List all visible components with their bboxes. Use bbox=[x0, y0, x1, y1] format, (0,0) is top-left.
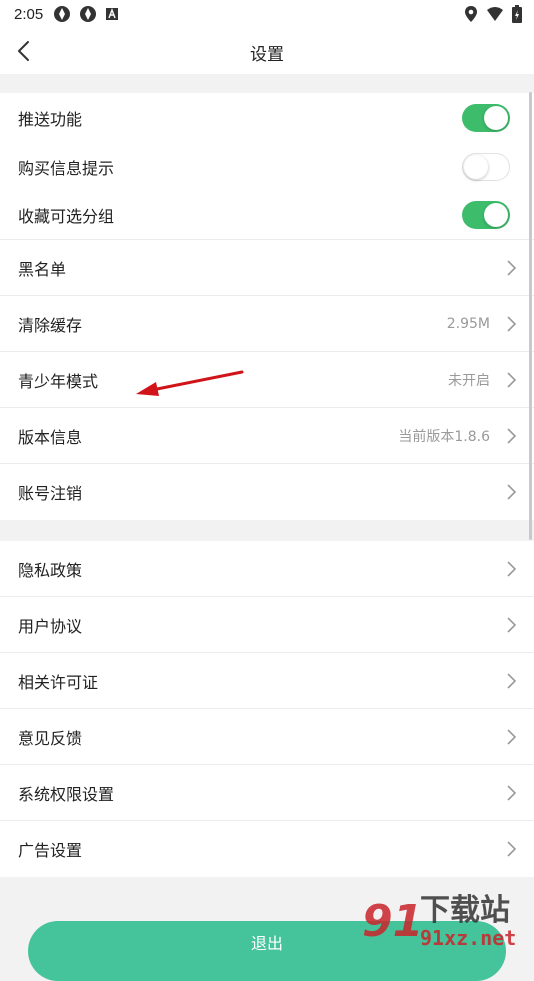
toggle-knob bbox=[464, 154, 488, 179]
row-label: 收藏可选分组 bbox=[18, 207, 115, 226]
settings-app-icon bbox=[80, 6, 97, 22]
settings-app-icon bbox=[54, 6, 71, 22]
settings-group-main: 推送功能 购买信息提示 收藏可选分组 黑名单 清除缓存 2.95M 青少年模式 … bbox=[0, 93, 534, 520]
row-label: 购买信息提示 bbox=[18, 158, 115, 178]
row-label: 意见反馈 bbox=[18, 728, 83, 748]
row-label: 版本信息 bbox=[18, 427, 83, 447]
chevron-right-icon bbox=[507, 560, 517, 577]
settings-row-purchase-tips: 购买信息提示 bbox=[0, 142, 534, 191]
chevron-right-icon bbox=[507, 784, 517, 801]
row-label: 青少年模式 bbox=[18, 371, 99, 391]
settings-row-user-agreement[interactable]: 用户协议 bbox=[0, 597, 534, 653]
settings-row-ads[interactable]: 广告设置 bbox=[0, 821, 534, 877]
row-label: 隐私政策 bbox=[18, 560, 83, 580]
version-value: 当前版本1.8.6 bbox=[398, 428, 490, 445]
settings-row-blacklist[interactable]: 黑名单 bbox=[0, 240, 534, 296]
settings-row-delete-account[interactable]: 账号注销 bbox=[0, 464, 534, 520]
settings-row-privacy[interactable]: 隐私政策 bbox=[0, 541, 534, 597]
toggle-knob bbox=[484, 203, 508, 227]
battery-icon bbox=[512, 5, 522, 23]
settings-row-clear-cache[interactable]: 清除缓存 2.95M bbox=[0, 296, 534, 352]
settings-row-teen-mode[interactable]: 青少年模式 未开启 bbox=[0, 352, 534, 408]
chevron-right-icon bbox=[507, 259, 517, 276]
settings-row-permissions[interactable]: 系统权限设置 bbox=[0, 765, 534, 821]
settings-row-licenses[interactable]: 相关许可证 bbox=[0, 653, 534, 709]
page-title: 设置 bbox=[250, 45, 284, 65]
row-label: 推送功能 bbox=[18, 109, 83, 129]
chevron-right-icon bbox=[507, 728, 517, 745]
settings-group-legal: 隐私政策 用户协议 相关许可证 意见反馈 系统权限设置 广告设置 bbox=[0, 541, 534, 877]
watermark-title: 下载站 bbox=[420, 893, 510, 928]
settings-row-feedback[interactable]: 意见反馈 bbox=[0, 709, 534, 765]
row-label: 系统权限设置 bbox=[18, 784, 115, 804]
scrollbar[interactable] bbox=[529, 92, 532, 540]
chevron-right-icon bbox=[507, 616, 517, 633]
settings-row-version[interactable]: 版本信息 当前版本1.8.6 bbox=[0, 408, 534, 464]
location-icon bbox=[465, 6, 477, 22]
favorites-group-toggle[interactable] bbox=[462, 201, 510, 229]
chevron-right-icon bbox=[507, 371, 517, 388]
row-label: 账号注销 bbox=[18, 484, 83, 503]
purchase-tips-toggle[interactable] bbox=[462, 152, 510, 181]
header: 设置 bbox=[0, 28, 534, 74]
chevron-right-icon bbox=[507, 315, 517, 332]
watermark-logo: 91 下载站 91xz.net bbox=[362, 893, 516, 950]
a-badge-icon bbox=[106, 8, 119, 20]
watermark-logo-mark: 91 bbox=[362, 896, 423, 947]
chevron-right-icon bbox=[507, 672, 517, 689]
annotation-arrow-icon bbox=[136, 370, 244, 396]
row-label: 广告设置 bbox=[18, 841, 83, 860]
push-toggle[interactable] bbox=[462, 103, 510, 132]
settings-row-push: 推送功能 bbox=[0, 93, 534, 142]
row-label: 黑名单 bbox=[18, 259, 67, 279]
row-label: 清除缓存 bbox=[18, 315, 83, 335]
status-time: 2:05 bbox=[14, 5, 44, 23]
chevron-right-icon bbox=[507, 841, 517, 857]
status-bar: 2:05 bbox=[0, 0, 534, 28]
wifi-icon bbox=[487, 7, 503, 21]
teen-mode-status: 未开启 bbox=[448, 372, 490, 389]
watermark-domain: 91xz.net bbox=[420, 926, 516, 950]
chevron-right-icon bbox=[507, 427, 517, 444]
row-label: 相关许可证 bbox=[18, 672, 99, 692]
chevron-right-icon bbox=[507, 484, 517, 500]
cache-size: 2.95M bbox=[446, 315, 490, 332]
toggle-knob bbox=[484, 105, 508, 130]
settings-row-favorites-group: 收藏可选分组 bbox=[0, 191, 534, 240]
row-label: 用户协议 bbox=[18, 616, 83, 636]
